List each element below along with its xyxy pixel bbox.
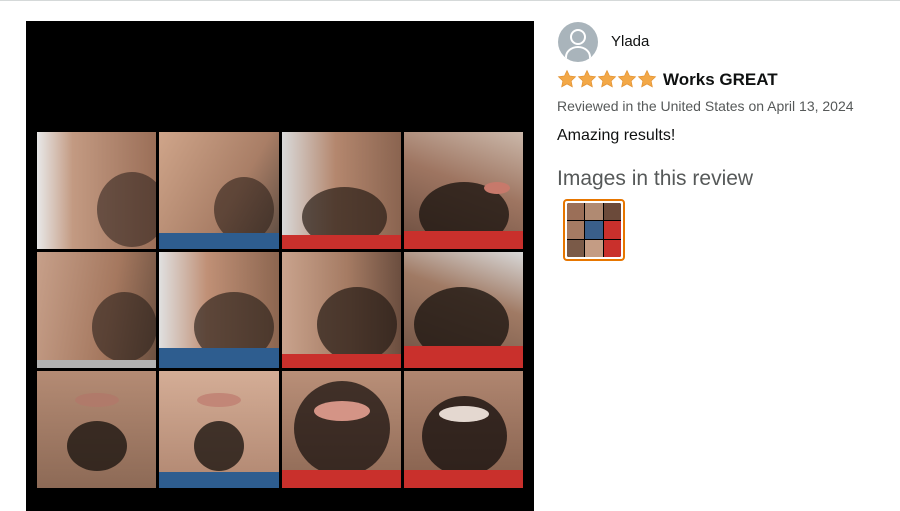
collage-tile <box>37 371 157 488</box>
collage-tile <box>281 251 401 369</box>
top-divider <box>0 0 900 1</box>
star-icon <box>557 69 577 88</box>
review-date: Reviewed in the United States on April 1… <box>557 98 854 114</box>
collage-tile <box>403 371 523 488</box>
review-main-image[interactable] <box>26 21 534 511</box>
star-rating[interactable] <box>557 69 657 89</box>
collage-tile <box>403 132 523 249</box>
collage-tile <box>159 251 279 369</box>
collage-tile <box>281 132 401 249</box>
star-icon <box>597 69 617 88</box>
review-image-thumbnail[interactable] <box>563 199 625 261</box>
collage-tile <box>159 132 279 249</box>
review-title[interactable]: Works GREAT <box>663 70 778 90</box>
collage-tile <box>281 371 401 488</box>
beard-progress-collage <box>37 132 523 488</box>
star-icon <box>577 69 597 88</box>
images-heading: Images in this review <box>557 167 754 190</box>
collage-tile <box>37 251 157 369</box>
user-avatar-icon[interactable] <box>558 22 598 62</box>
collage-tile <box>403 251 523 369</box>
collage-tile <box>37 132 157 249</box>
reviewer-name[interactable]: Ylada <box>611 33 649 50</box>
star-icon <box>637 69 657 88</box>
review-body: Amazing results! <box>557 127 676 144</box>
collage-tile <box>159 371 279 488</box>
star-icon <box>617 69 637 88</box>
